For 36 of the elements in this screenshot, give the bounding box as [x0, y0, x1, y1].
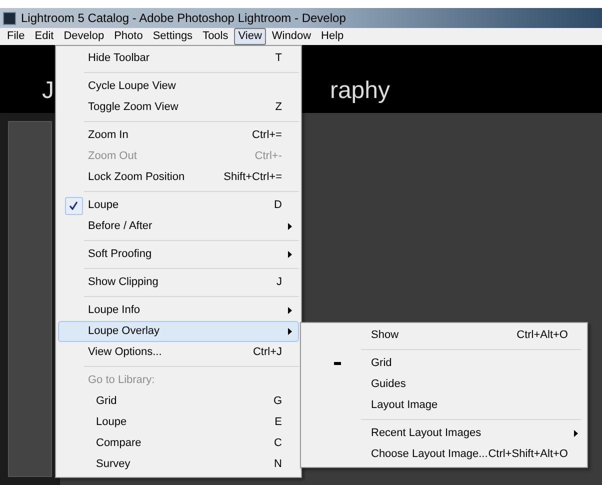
app-icon: [3, 12, 16, 24]
menu-item[interactable]: Recent Layout Images: [303, 423, 585, 444]
menu-item[interactable]: View Options... Ctrl+J: [58, 342, 299, 363]
menu-item[interactable]: Grid: [303, 353, 585, 374]
menu-item[interactable]: Guides: [303, 374, 585, 395]
menu-item[interactable]: Before / After: [58, 216, 299, 237]
menu-item[interactable]: Show Ctrl+Alt+O: [303, 325, 585, 346]
identity-plate-text: raphy: [330, 76, 390, 106]
menu-item[interactable]: Loupe E: [58, 412, 299, 433]
menu-item[interactable]: Choose Layout Image...Ctrl+Shift+Alt+O: [303, 444, 585, 465]
menu-bar-item[interactable]: Tools: [198, 28, 232, 45]
window-title: Lightroom 5 Catalog - Adobe Photoshop Lightroom - Develop: [21, 10, 346, 27]
menu-item[interactable]: Toggle Zoom View Z: [58, 97, 299, 118]
menu-item[interactable]: Soft Proofing: [58, 244, 299, 265]
menu-item[interactable]: Show Clipping J: [58, 272, 299, 293]
menu-item[interactable]: Survey N: [58, 454, 299, 475]
menu-bar-item[interactable]: Edit: [30, 28, 58, 45]
menu-item[interactable]: Layout Image: [303, 395, 585, 416]
menu-bar-item[interactable]: Settings: [148, 28, 197, 45]
menu-item[interactable]: Compare C: [58, 433, 299, 454]
menu-item[interactable]: Loupe Overlay: [58, 321, 299, 342]
menu-item[interactable]: Zoom In Ctrl+=: [58, 125, 299, 146]
menu-bar-item[interactable]: Develop: [60, 28, 108, 45]
identity-plate-text: J: [42, 76, 54, 106]
menu-bar-item[interactable]: File: [3, 28, 29, 45]
menu-item[interactable]: Loupe Info: [58, 300, 299, 321]
menu-bar-item[interactable]: Photo: [110, 28, 147, 45]
menu-bar-item[interactable]: Window: [268, 28, 316, 45]
menu-item[interactable]: Lock Zoom Position Shift+Ctrl+=: [58, 167, 299, 188]
menu-item[interactable]: Hide Toolbar T: [58, 48, 299, 69]
menu-item[interactable]: Grid G: [58, 391, 299, 412]
menu-bar-item[interactable]: Help: [317, 28, 348, 45]
menu-item[interactable]: Loupe D: [58, 195, 299, 216]
menu-bar-item[interactable]: View: [234, 28, 266, 45]
menu-header: Go to Library:: [87, 373, 156, 388]
menu-item[interactable]: Cycle Loupe View: [58, 76, 299, 97]
